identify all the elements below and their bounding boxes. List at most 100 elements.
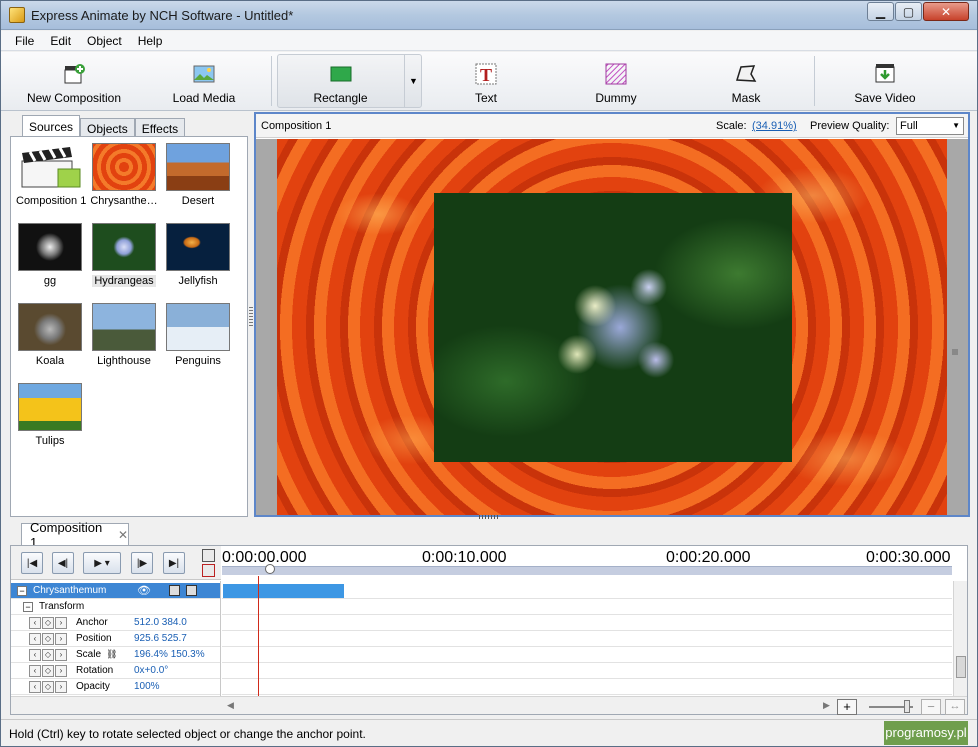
ruler-label: 0:00:00.000 [222,549,307,566]
next-keyframe-icon[interactable]: › [55,632,67,645]
menu-object[interactable]: Object [79,34,130,48]
source-item[interactable]: Tulips [13,381,87,459]
source-item[interactable]: Jellyfish [161,221,235,299]
play-button[interactable]: ▶ ▾ [83,552,121,574]
step-back-button[interactable]: ◀| [52,552,74,574]
scrollbar-thumb[interactable] [956,656,966,678]
scroll-right-icon[interactable]: ▶ [823,700,830,711]
property-value[interactable]: 0x+0.0° [134,665,168,676]
zoom-slider-knob[interactable] [904,700,910,713]
tab-objects[interactable]: Objects [80,118,135,138]
next-keyframe-icon[interactable]: › [55,664,67,677]
property-row-position[interactable]: ‹ ◇ › Position 925.6 525.7 [11,631,220,647]
add-keyframe-icon[interactable]: ◇ [42,680,54,693]
collapse-icon[interactable]: − [17,585,27,596]
track-lane[interactable] [222,583,952,599]
next-keyframe-icon[interactable]: › [55,680,67,693]
time-ruler[interactable]: 0:00:00.000 0:00:10.000 0:00:20.000 0:00… [222,546,952,580]
chrysanthemum-clip[interactable] [223,584,344,598]
preview-splitter-handle[interactable] [479,515,499,519]
source-item[interactable]: Hydrangeas [87,221,161,299]
playhead-handle[interactable] [265,564,275,574]
timeline-vertical-scrollbar[interactable] [953,581,967,696]
next-keyframe-icon[interactable]: › [55,648,67,661]
source-label: Jellyfish [178,275,218,287]
new-composition-button[interactable]: New Composition [19,54,129,108]
source-item[interactable]: gg [13,221,87,299]
prev-keyframe-icon[interactable]: ‹ [29,664,41,677]
mask-button[interactable]: Mask [711,54,781,108]
minimize-button[interactable]: ▁ [867,2,894,21]
blend-mode-icon[interactable] [168,585,180,596]
prev-keyframe-icon[interactable]: ‹ [29,680,41,693]
track-lanes[interactable] [222,581,952,696]
visibility-eye-icon[interactable]: 👁 [137,584,151,597]
add-keyframe-icon[interactable]: ◇ [42,648,54,661]
property-row-opacity[interactable]: ‹ ◇ › Opacity 100% [11,679,220,695]
close-tab-icon[interactable]: ✕ [118,528,128,542]
property-value[interactable]: 196.4% 150.3% [134,649,205,660]
source-item[interactable]: Koala [13,301,87,379]
property-row-scale[interactable]: ‹ ◇ › Scale ⛓ 196.4% 150.3% [11,647,220,663]
step-forward-button[interactable]: |▶ [131,552,153,574]
skip-start-button[interactable]: |◀ [21,552,43,574]
magnet-icon[interactable] [202,564,215,577]
text-button[interactable]: T Text [451,54,521,108]
source-item[interactable]: Desert [161,141,235,219]
zoom-in-button[interactable]: + [837,699,857,715]
source-item[interactable]: Composition 1 [13,141,87,219]
preview-canvas[interactable] [256,139,968,515]
menu-bar: File Edit Object Help [1,31,977,51]
property-value[interactable]: 925.6 525.7 [134,633,187,644]
rectangle-dropdown-arrow[interactable]: ▼ [404,54,422,108]
next-keyframe-icon[interactable]: › [55,616,67,629]
property-row-anchor[interactable]: ‹ ◇ › Anchor 512.0 384.0 [11,615,220,631]
hydrangeas-layer[interactable] [434,193,792,462]
add-keyframe-icon[interactable]: ◇ [42,664,54,677]
timeline-tab[interactable]: Composition 1 ✕ [21,520,129,550]
menu-help[interactable]: Help [130,34,171,48]
collapse-icon[interactable]: − [23,601,33,612]
preview-resize-handle[interactable] [952,349,958,355]
snap-icon[interactable] [202,549,215,562]
menu-file[interactable]: File [7,34,42,48]
timeline-panel: |◀ ◀| ▶ ▾ |▶ ▶| 0:00:00.000 0:00:10.000 … [10,545,968,715]
dummy-button[interactable]: Dummy [581,54,651,108]
source-item[interactable]: Lighthouse [87,301,161,379]
panel-splitter-handle[interactable] [249,306,253,326]
prev-keyframe-icon[interactable]: ‹ [29,648,41,661]
prev-keyframe-icon[interactable]: ‹ [29,616,41,629]
link-chain-icon[interactable]: ⛓ [106,649,134,660]
maximize-button[interactable]: ▢ [895,2,922,21]
source-item[interactable]: Chrysanthe… [87,141,161,219]
close-button[interactable]: ✕ [923,2,969,21]
transform-group-row[interactable]: − Transform [11,599,220,615]
property-value[interactable]: 100% [134,681,160,692]
source-item[interactable]: Penguins [161,301,235,379]
rectangle-button[interactable]: Rectangle [277,54,404,108]
preview-quality-select[interactable]: Full [896,117,964,135]
keyframe-controls: ‹ ◇ › [29,664,68,677]
scale-value-link[interactable]: (34.91%) [752,120,797,132]
desert-thumbnail [166,143,230,191]
save-video-button[interactable]: Save Video [847,54,923,108]
ruler-band[interactable] [222,566,952,575]
load-media-button[interactable]: Load Media [161,54,247,108]
property-value[interactable]: 512.0 384.0 [134,617,187,628]
ruler-label: 0:00:30.000 [866,549,951,566]
add-keyframe-icon[interactable]: ◇ [42,616,54,629]
tab-effects[interactable]: Effects [134,118,186,138]
skip-end-button[interactable]: ▶| [163,552,185,574]
lock-icon[interactable] [185,585,197,596]
track-row-selected[interactable]: − Chrysanthemum 👁 [11,583,220,599]
left-panel-tabs: Sources Objects Effects [22,115,186,138]
add-keyframe-icon[interactable]: ◇ [42,632,54,645]
tab-sources[interactable]: Sources [22,115,81,138]
scroll-left-icon[interactable]: ◀ [227,700,234,711]
prev-keyframe-icon[interactable]: ‹ [29,632,41,645]
source-label: Chrysanthe… [90,195,158,207]
property-row-rotation[interactable]: ‹ ◇ › Rotation 0x+0.0° [11,663,220,679]
zoom-fit-button[interactable]: ↔ [945,699,965,715]
zoom-out-button[interactable]: − [921,699,941,715]
menu-edit[interactable]: Edit [42,34,79,48]
